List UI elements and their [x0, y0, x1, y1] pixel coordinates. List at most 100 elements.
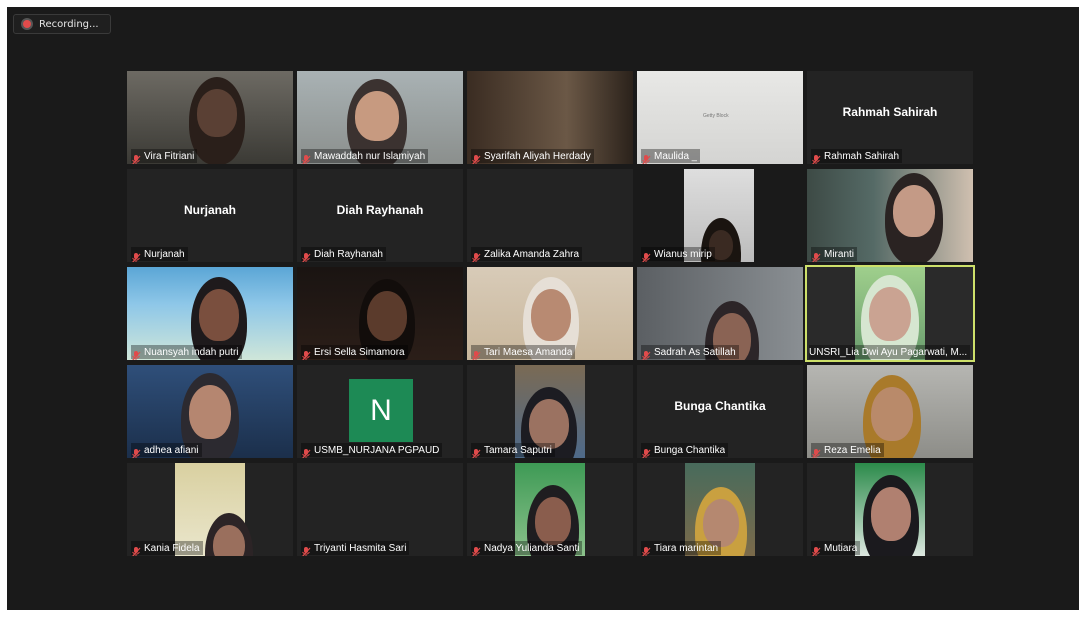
mic-muted-icon — [131, 445, 141, 458]
mic-muted-icon — [301, 347, 311, 360]
participant-tile[interactable]: Mawaddah nur Islamiyah — [297, 71, 463, 164]
participant-name: Ersi Sella Simamora — [314, 346, 405, 358]
participant-name: Syarifah Aliyah Herdady — [484, 150, 591, 162]
participant-name-label: Tiara marintan — [641, 541, 722, 556]
participant-name: Tiara marintan — [654, 542, 719, 554]
participant-name: Vira Fitriani — [144, 150, 195, 162]
mic-muted-icon — [131, 151, 141, 164]
participant-name-label: Tari Maesa Amanda — [471, 345, 576, 360]
participant-name: Miranti — [824, 248, 855, 260]
participant-name-label: Syarifah Aliyah Herdady — [471, 149, 594, 164]
participant-name-label: Triyanti Hasmita Sari — [301, 541, 410, 556]
participant-name-label: UNSRI_Lia Dwi Ayu Pagarwati, M... — [809, 345, 971, 359]
participant-name-label: Nuansyah indah putri — [131, 345, 242, 360]
recording-indicator[interactable]: Recording... — [13, 14, 111, 34]
mic-muted-icon — [641, 445, 651, 458]
participant-name: Maulida _ — [654, 150, 698, 162]
participant-name: Nurjanah — [144, 248, 185, 260]
participant-name-label: Zalika Amanda Zahra — [471, 247, 583, 262]
participant-name-label: Sadrah As Satillah — [641, 345, 739, 360]
participant-name: Diah Rayhanah — [314, 248, 383, 260]
mic-muted-icon — [811, 543, 821, 556]
participant-tile[interactable]: Vira Fitriani — [127, 71, 293, 164]
mic-muted-icon — [471, 249, 481, 262]
participant-name: Bunga Chantika — [654, 444, 726, 456]
participant-name: Zalika Amanda Zahra — [484, 248, 580, 260]
mic-muted-icon — [811, 445, 821, 458]
mic-muted-icon — [811, 249, 821, 262]
participant-name-label: Miranti — [811, 247, 858, 262]
participant-tile[interactable]: Tamara Saputri — [467, 365, 633, 458]
participant-tile[interactable]: N USMB_NURJANA PGPAUD — [297, 365, 463, 458]
participant-name: adhea afiani — [144, 444, 199, 456]
mic-muted-icon — [641, 151, 651, 164]
participant-name-label: USMB_NURJANA PGPAUD — [301, 443, 443, 458]
mic-muted-icon — [641, 543, 651, 556]
participant-name-label: Tamara Saputri — [471, 443, 555, 458]
participant-name-label: Kania Fidela — [131, 541, 203, 556]
participant-tile[interactable]: UNSRI_Lia Dwi Ayu Pagarwati, M... — [805, 265, 975, 362]
participant-tile[interactable]: Wianus mirip — [637, 169, 803, 262]
mic-muted-icon — [301, 543, 311, 556]
mic-muted-icon — [471, 543, 481, 556]
mic-muted-icon — [811, 151, 821, 164]
participant-tile[interactable]: Ersi Sella Simamora — [297, 267, 463, 360]
participant-display-name: Diah Rayhanah — [336, 203, 424, 217]
mic-muted-icon — [301, 249, 311, 262]
mic-muted-icon — [471, 151, 481, 164]
participant-tile[interactable]: Tiara marintan — [637, 463, 803, 556]
participant-name: USMB_NURJANA PGPAUD — [314, 444, 440, 456]
participant-tile[interactable]: Nuansyah indah putri — [127, 267, 293, 360]
participant-tile[interactable]: Triyanti Hasmita Sari — [297, 463, 463, 556]
participant-tile[interactable]: Tari Maesa Amanda — [467, 267, 633, 360]
participant-tile[interactable]: Sadrah As Satillah — [637, 267, 803, 360]
participant-name-label: Mutiara — [811, 541, 861, 556]
participant-tile[interactable]: Mutiara — [807, 463, 973, 556]
mic-muted-icon — [131, 543, 141, 556]
mic-muted-icon — [641, 249, 651, 262]
participant-name-label: Vira Fitriani — [131, 149, 198, 164]
participant-tile[interactable]: Rahmah Sahirah Rahmah Sahirah — [807, 71, 973, 164]
participant-tile[interactable]: Diah Rayhanah Diah Rayhanah — [297, 169, 463, 262]
mic-muted-icon — [641, 347, 651, 360]
mic-muted-icon — [131, 249, 141, 262]
participant-name-label: Nadya Yulianda Santi — [471, 541, 583, 556]
participant-name: UNSRI_Lia Dwi Ayu Pagarwati, M... — [809, 346, 968, 358]
participant-tile[interactable]: Nurjanah Nurjanah — [127, 169, 293, 262]
participant-name: Kania Fidela — [144, 542, 200, 554]
participant-name: Wianus mirip — [654, 248, 712, 260]
participant-tile[interactable]: adhea afiani — [127, 365, 293, 458]
participant-tile[interactable]: Syarifah Aliyah Herdady — [467, 71, 633, 164]
participant-name: Triyanti Hasmita Sari — [314, 542, 407, 554]
mic-muted-icon — [131, 347, 141, 360]
participant-name: Reza Emelia — [824, 444, 881, 456]
mic-muted-icon — [471, 445, 481, 458]
mic-muted-icon — [301, 151, 311, 164]
mic-muted-icon — [471, 347, 481, 360]
participant-tile[interactable]: Nadya Yulianda Santi — [467, 463, 633, 556]
participant-name: Nadya Yulianda Santi — [484, 542, 580, 554]
participant-tile[interactable]: Kania Fidela — [127, 463, 293, 556]
participant-display-name: Bunga Chantika — [674, 399, 766, 413]
avatar: N — [349, 379, 413, 442]
participant-tile[interactable]: Reza Emelia — [807, 365, 973, 458]
participant-display-name: Nurjanah — [183, 203, 236, 217]
mic-muted-icon — [301, 445, 311, 458]
participant-name-label: Rahmah Sahirah — [811, 149, 903, 164]
participant-name: Tamara Saputri — [484, 444, 552, 456]
background-text: Getty Block — [703, 113, 729, 119]
participant-name-label: Diah Rayhanah — [301, 247, 386, 262]
participant-tile[interactable]: Zalika Amanda Zahra — [467, 169, 633, 262]
recording-label: Recording... — [39, 18, 99, 30]
participant-name: Rahmah Sahirah — [824, 150, 900, 162]
participant-name: Mawaddah nur Islamiyah — [314, 150, 426, 162]
participant-name-label: Ersi Sella Simamora — [301, 345, 408, 360]
participant-tile[interactable]: Getty Block Maulida _ — [637, 71, 803, 164]
participant-name-label: Wianus mirip — [641, 247, 715, 262]
participant-name-label: Bunga Chantika — [641, 443, 729, 458]
record-dot-icon — [23, 20, 31, 28]
participant-name: Nuansyah indah putri — [144, 346, 239, 358]
participant-tile[interactable]: Bunga Chantika Bunga Chantika — [637, 365, 803, 458]
participant-tile[interactable]: Miranti — [807, 169, 973, 262]
participant-name-label: Maulida _ — [641, 149, 701, 164]
